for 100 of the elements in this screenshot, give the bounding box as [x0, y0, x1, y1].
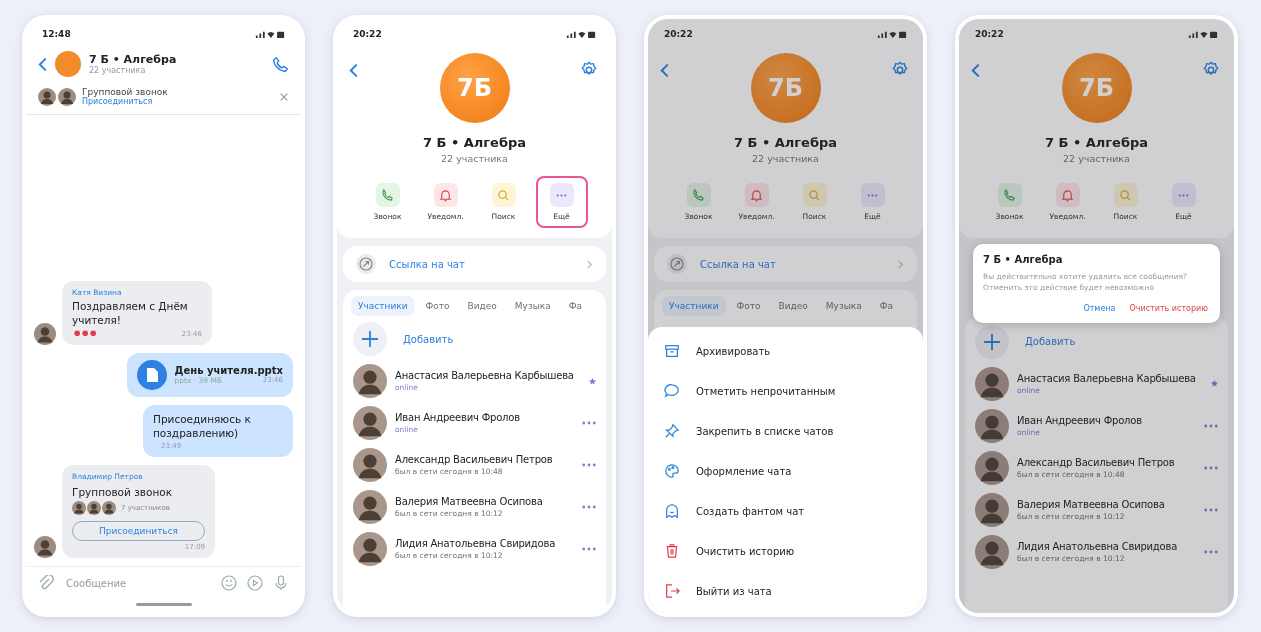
file-icon[interactable] [136, 359, 167, 390]
exit-icon [664, 583, 680, 599]
dialog-title: 7 Б • Алгебра [983, 254, 1064, 265]
home-indicator [135, 603, 192, 606]
chat-subtitle: 22 участника [1063, 153, 1130, 164]
menu-item[interactable]: Архивировать [648, 331, 923, 371]
message-field[interactable]: Сообщение [64, 576, 211, 590]
avatar [353, 532, 387, 566]
unread-icon [664, 383, 680, 399]
phone-icon [381, 188, 394, 202]
status-time: 20:22 [353, 29, 382, 39]
member-name: Иван Андреевич Фролов [1017, 414, 1143, 426]
menu-item[interactable]: Закрепить в списке чатов [648, 411, 923, 451]
video-message-icon[interactable] [247, 575, 263, 591]
more-icon[interactable] [582, 547, 596, 551]
status-icons [877, 29, 907, 39]
avatar [353, 406, 387, 440]
link-icon [355, 253, 377, 275]
avatar [353, 490, 387, 524]
chat-title: 7 Б • Алгебра [1044, 135, 1149, 150]
member-name: Валерия Матвеевна Осипова [395, 496, 544, 507]
trash-icon [664, 543, 680, 559]
avatar [975, 366, 1009, 401]
back-icon[interactable] [38, 56, 47, 72]
call-title: Групповой звонок [82, 87, 168, 97]
tab[interactable]: Фото [729, 296, 768, 316]
member-name: Лидия Анатольевна Свиридова [395, 538, 557, 549]
search-icon [497, 188, 510, 202]
group-avatar: 7Б [750, 53, 821, 123]
member-name: Лидия Анатольевна Свиридова [1017, 540, 1179, 552]
more-icon[interactable] [1204, 423, 1218, 428]
tab[interactable]: Музыка [507, 296, 558, 316]
tab[interactable]: Участники [351, 296, 415, 316]
cancel-button[interactable]: Отмена [1081, 301, 1118, 315]
member-name: Валерия Матвеевна Осипова [1017, 498, 1166, 510]
attach-icon[interactable] [38, 575, 54, 591]
avatar [102, 501, 116, 515]
group-avatar: 7Б [1061, 53, 1132, 123]
more-icon[interactable] [582, 463, 596, 467]
avatar [34, 536, 56, 558]
group-avatar: 7Б [439, 53, 510, 123]
tab[interactable]: Фа [561, 296, 590, 316]
add-member-link[interactable]: Добавить [1025, 336, 1076, 348]
join-link[interactable]: Присоединиться [82, 97, 153, 106]
phone-icon[interactable] [272, 55, 289, 73]
tab[interactable]: Видео [771, 296, 815, 316]
menu-item[interactable]: Отметить непрочитанным [648, 371, 923, 411]
chevron-icon [585, 259, 594, 269]
menu-item[interactable]: Очистить историю [648, 531, 923, 571]
status-time: 20:22 [664, 29, 693, 39]
back-icon[interactable] [971, 63, 980, 78]
file-name[interactable]: День учителя.pptx [174, 364, 283, 376]
status-icons [255, 29, 285, 39]
more-icon[interactable] [1204, 465, 1218, 470]
link-label: Ссылка на чат [700, 258, 777, 270]
menu-item[interactable]: Оформление чата [648, 451, 923, 491]
chat-title: 7 Б • Алгебра [89, 53, 177, 66]
back-icon[interactable] [349, 63, 358, 78]
search-icon [1119, 188, 1132, 202]
chevron-icon [896, 259, 905, 269]
bell-icon [750, 188, 763, 202]
bell-icon [1061, 188, 1074, 202]
smile-icon[interactable] [221, 575, 237, 591]
menu-item[interactable]: Создать фантом чат [648, 491, 923, 531]
member-name: Александр Васильевич Петров [395, 454, 554, 465]
tab[interactable]: Музыка [818, 296, 869, 316]
avatar [975, 492, 1009, 527]
chat-subtitle: 22 участника [89, 66, 146, 75]
avatar [353, 364, 387, 398]
menu-item[interactable]: Выйти из чата [648, 571, 923, 611]
avatar [975, 450, 1009, 485]
chat-link-row[interactable]: Ссылка на чат [654, 246, 917, 282]
status-icons [1188, 29, 1218, 39]
archive-icon [664, 343, 680, 359]
add-member-link[interactable]: Добавить [403, 333, 454, 345]
more-icon[interactable] [582, 505, 596, 509]
avatar [34, 322, 56, 345]
tab[interactable]: Фа [872, 296, 901, 316]
phone-icon [1003, 188, 1016, 202]
tab[interactable]: Видео [460, 296, 504, 316]
more-icon[interactable] [1204, 549, 1218, 554]
microphone-icon[interactable] [273, 575, 289, 591]
add-icon[interactable] [353, 322, 387, 356]
chat-link-row[interactable]: Ссылка на чат [343, 246, 606, 282]
add-icon[interactable] [975, 324, 1009, 359]
group-avatar [55, 51, 81, 77]
avatar [975, 534, 1009, 569]
close-icon[interactable] [279, 91, 289, 102]
avatar [353, 448, 387, 482]
more-icon[interactable] [582, 421, 596, 425]
status-icons [566, 29, 596, 39]
call-title: Групповой звонок [72, 486, 173, 498]
tab[interactable]: Фото [418, 296, 457, 316]
back-icon[interactable] [660, 63, 669, 78]
avatar [58, 87, 76, 106]
avatar [38, 87, 56, 106]
clear-history-button[interactable]: Очистить историю [1127, 301, 1210, 315]
chat-title: 7 Б • Алгебра [733, 135, 838, 150]
more-icon[interactable] [1204, 507, 1218, 512]
phone-icon [692, 188, 705, 202]
